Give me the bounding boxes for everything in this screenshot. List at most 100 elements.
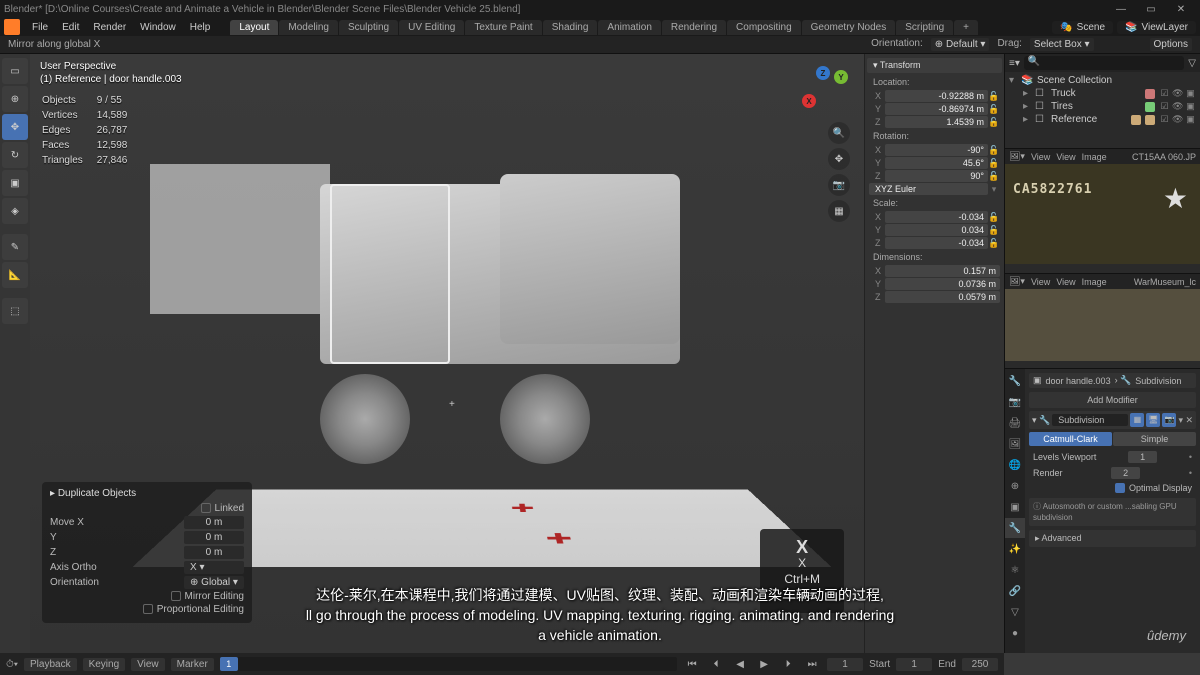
prop-tab-object[interactable]: ▣ [1005,497,1025,517]
zoom-icon[interactable]: 🔍 [828,122,850,144]
tab-uv[interactable]: UV Editing [399,20,464,35]
scene-selector[interactable]: 🎭 Scene [1052,21,1113,34]
viewlayer-selector[interactable]: 📚 ViewLayer [1117,21,1196,34]
tl-view-menu[interactable]: View [131,658,165,671]
tab-texpaint[interactable]: Texture Paint [465,20,541,35]
outliner-root[interactable]: ▾📚Scene Collection [1009,74,1196,87]
prop-tab-material[interactable]: ● [1005,623,1025,643]
lock-icon[interactable]: 🔓 [988,104,1000,115]
play-reverse-icon[interactable]: ◀ [731,659,749,670]
rot-x-field[interactable]: -90° [885,144,988,156]
lock-icon[interactable]: 🔓 [988,91,1000,102]
tab-modeling[interactable]: Modeling [279,20,338,35]
prop-tab-tool[interactable]: 🔧 [1005,371,1025,391]
rotate-tool[interactable]: ↻ [2,142,28,168]
tab-add[interactable]: + [954,20,978,35]
prev-key-icon[interactable]: ⏴ [707,659,725,670]
prop-tab-constraint[interactable]: 🔗 [1005,581,1025,601]
perspective-icon[interactable]: ▦ [828,200,850,222]
outliner-item-reference[interactable]: ▸☐Reference☑👁▣ [1009,113,1196,126]
playhead[interactable]: 1 [220,657,238,671]
rot-y-field[interactable]: 45.6° [885,157,988,169]
axis-dropdown[interactable]: X ▾ [184,561,244,574]
timeline-track[interactable]: 1 [220,657,677,671]
filter-icon[interactable]: ▽ [1188,58,1196,69]
mod-display-icon[interactable]: 🖥 [1146,413,1160,427]
loc-x-field[interactable]: -0.92288 m [885,90,988,102]
scale-x-field[interactable]: -0.034 [885,211,988,223]
viewport-3d[interactable]: User Perspective (1) Reference | door ha… [30,54,864,653]
lock-icon[interactable]: 🔓 [988,225,1000,236]
lock-icon[interactable]: 🔓 [988,238,1000,249]
menu-help[interactable]: Help [184,20,217,35]
mirror-checkbox-label[interactable]: Mirror Editing [185,591,244,602]
drag-dropdown[interactable]: Select Box ▾ [1030,38,1094,51]
simple-button[interactable]: Simple [1113,432,1196,446]
select-box-tool[interactable]: ▭ [2,58,28,84]
editor-type-icon[interactable]: 🖼▾ [1009,276,1025,287]
close-button[interactable]: ✕ [1166,4,1196,15]
editor-type-icon[interactable]: 🖼▾ [1009,151,1025,162]
menu-edit[interactable]: Edit [56,20,85,35]
axis-y-icon[interactable]: Y [834,70,848,84]
scale-z-field[interactable]: -0.034 [885,237,988,249]
measure-tool[interactable]: 📐 [2,262,28,288]
move-tool[interactable]: ✥ [2,114,28,140]
optimal-display-checkbox[interactable]: Optimal Display [1129,483,1192,493]
outliner-item-truck[interactable]: ▸☐Truck☑👁▣ [1009,87,1196,100]
advanced-toggle[interactable]: ▸ Advanced [1029,530,1196,547]
mod-render-icon[interactable]: 📷 [1162,413,1176,427]
end-frame-field[interactable]: 250 [962,658,998,671]
blender-logo-icon[interactable] [4,19,20,35]
jump-end-icon[interactable]: ⏭ [803,659,821,670]
reference-image-2[interactable] [1005,289,1200,361]
tab-geonodes[interactable]: Geometry Nodes [802,20,896,35]
scale-tool[interactable]: ▣ [2,170,28,196]
loc-z-field[interactable]: 1.4539 m [885,116,988,128]
dim-z-field[interactable]: 0.0579 m [885,291,1000,303]
mod-menu-icon[interactable]: ▾ ✕ [1178,415,1193,426]
menu-file[interactable]: File [26,20,54,35]
prop-tab-data[interactable]: ▽ [1005,602,1025,622]
add-modifier-button[interactable]: Add Modifier [1029,392,1196,408]
lock-icon[interactable]: 🔓 [988,171,1000,182]
next-key-icon[interactable]: ⏵ [779,659,797,670]
annotate-tool[interactable]: ✎ [2,234,28,260]
current-frame-field[interactable]: 1 [827,658,863,671]
axis-z-icon[interactable]: Z [816,66,830,80]
rot-mode-dropdown[interactable]: XYZ Euler [869,183,988,195]
prop-tab-render[interactable]: 📷 [1005,392,1025,412]
transform-tool[interactable]: ◈ [2,198,28,224]
modifier-header[interactable]: ▾ 🔧Subdivision ▦ 🖥 📷 ▾ ✕ [1029,411,1196,429]
movez-field[interactable]: 0 m [184,546,244,559]
keying-menu[interactable]: Keying [83,658,126,671]
rot-z-field[interactable]: 90° [885,170,988,182]
tab-scripting[interactable]: Scripting [896,20,953,35]
jump-start-icon[interactable]: ⏮ [683,659,701,670]
operator-panel[interactable]: ▸ Duplicate Objects Linked Move X0 m Y0 … [42,482,252,623]
viewport-levels-field[interactable]: 1 [1128,451,1157,463]
camera-icon[interactable]: 📷 [828,174,850,196]
prop-tab-scene[interactable]: 🌐 [1005,455,1025,475]
menu-render[interactable]: Render [87,20,132,35]
outliner-search-input[interactable]: 🔍 [1024,56,1184,70]
tab-sculpting[interactable]: Sculpting [339,20,398,35]
prop-tab-world[interactable]: ⊕ [1005,476,1025,496]
playback-menu[interactable]: Playback [24,658,77,671]
tab-compositing[interactable]: Compositing [727,20,801,35]
orient-dropdown[interactable]: ⊕ Global ▾ [184,576,244,589]
nav-gizmo[interactable]: Z Y X [798,64,848,114]
outliner-item-tires[interactable]: ▸☐Tires☑👁▣ [1009,100,1196,113]
dim-y-field[interactable]: 0.0736 m [885,278,1000,290]
marker-menu[interactable]: Marker [171,658,214,671]
tab-shading[interactable]: Shading [543,20,598,35]
prop-tab-view[interactable]: 🖼 [1005,434,1025,454]
render-levels-field[interactable]: 2 [1111,467,1140,479]
loc-y-field[interactable]: -0.86974 m [885,103,988,115]
prop-tab-physics[interactable]: ⚛ [1005,560,1025,580]
outliner-mode-icon[interactable]: ≡▾ [1009,58,1020,69]
prop-tab-modifier[interactable]: 🔧 [1005,518,1025,538]
tab-rendering[interactable]: Rendering [662,20,726,35]
proportional-checkbox-label[interactable]: Proportional Editing [157,604,244,615]
catmull-button[interactable]: Catmull-Clark [1029,432,1112,446]
